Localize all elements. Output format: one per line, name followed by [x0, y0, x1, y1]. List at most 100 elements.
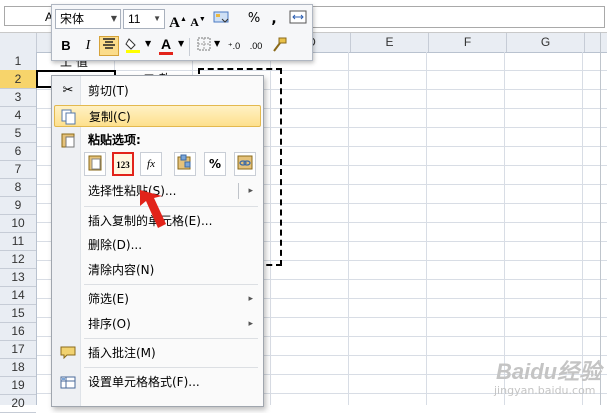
menu-item-label: 插入批注(M) [88, 346, 156, 360]
comma-style-button[interactable]: , [264, 9, 284, 29]
borders-icon [197, 37, 211, 51]
menu-item-format-cells[interactable]: 设置单元格格式(F)... [54, 371, 261, 393]
copy-icon [61, 109, 77, 125]
menu-separator [84, 338, 258, 339]
row-header[interactable]: 9 [0, 196, 36, 215]
row-header-selected[interactable]: 2 [0, 70, 36, 89]
row-header[interactable]: 13 [0, 268, 36, 287]
transpose-icon [177, 154, 191, 170]
paste-formatting-button[interactable]: % [204, 152, 226, 176]
chevron-down-icon: ▼ [110, 14, 117, 23]
row-header[interactable]: 1 [0, 52, 36, 71]
format-cells-icon [60, 374, 76, 390]
row-header[interactable]: 7 [0, 160, 36, 179]
mini-toolbar: 宋体 ▼ 11 ▼ A▲ A▼ % , B I ▼ A ▼ ▼ ⁺.0 .00 [51, 4, 313, 61]
row-header[interactable]: 5 [0, 124, 36, 143]
menu-item-label: 排序(O) [88, 317, 131, 331]
number-format-button[interactable] [212, 9, 232, 29]
menu-item-cut[interactable]: ✂ 剪切(T) [54, 80, 261, 102]
menu-item-label: 删除(D)... [88, 238, 143, 252]
menu-item-label: 筛选(E) [88, 292, 129, 306]
row-header[interactable]: 19 [0, 376, 36, 395]
font-name-value: 宋体 [60, 12, 85, 26]
formula-input[interactable] [300, 6, 605, 28]
link-icon [237, 155, 253, 170]
row-header[interactable]: 18 [0, 358, 36, 377]
shrink-font-icon: A [190, 15, 199, 29]
context-menu: ✂ 剪切(T) 复制(C) 粘贴选项: 123 fx % 选择性粘贴(S)...… [51, 75, 264, 407]
column-header[interactable]: G [507, 33, 585, 52]
row-header[interactable]: 14 [0, 286, 36, 305]
shrink-font-button[interactable]: A▼ [188, 9, 208, 29]
column-header[interactable]: F [429, 33, 507, 52]
grow-font-icon: A [169, 15, 180, 31]
chevron-down-icon[interactable]: ▼ [145, 39, 151, 48]
increase-decimal-button[interactable]: ⁺.0 [224, 36, 244, 56]
paste-values-button[interactable]: 123 [112, 152, 134, 176]
menu-item-label: 复制(C) [89, 110, 131, 124]
decrease-decimal-button[interactable]: .00 [246, 36, 266, 56]
font-size-select[interactable]: 11 ▼ [123, 9, 165, 29]
align-center-button[interactable] [99, 36, 119, 56]
menu-separator [84, 367, 258, 368]
row-header[interactable]: 15 [0, 304, 36, 323]
watermark-url: jingyan.baidu.com [494, 384, 596, 397]
chevron-down-icon[interactable]: ▼ [214, 39, 220, 48]
column-header[interactable]: E [351, 33, 429, 52]
menu-item-sort[interactable]: 排序(O) ▸ [54, 313, 261, 335]
paste-formulas-button[interactable]: fx [140, 152, 162, 176]
paste-options-icon [60, 132, 76, 148]
comment-icon [60, 345, 76, 361]
menu-item-insert-comment[interactable]: 插入批注(M) [54, 342, 261, 364]
row-header[interactable]: 17 [0, 340, 36, 359]
merge-center-button[interactable] [288, 9, 308, 29]
name-box[interactable]: A [4, 6, 54, 26]
font-color-letter: A [160, 36, 172, 52]
menu-item-delete[interactable]: 删除(D)... [54, 234, 261, 256]
menu-item-filter[interactable]: 筛选(E) ▸ [54, 288, 261, 310]
row-header[interactable]: 8 [0, 178, 36, 197]
align-center-icon [103, 38, 115, 49]
row-header[interactable]: 10 [0, 214, 36, 233]
percent-style-button[interactable]: % [244, 9, 264, 29]
row-header[interactable]: 20 [0, 394, 36, 413]
format-painter-button[interactable] [269, 36, 289, 56]
submenu-arrow-icon: ▸ [248, 319, 253, 329]
scissors-icon: ✂ [62, 83, 74, 98]
menu-item-clear-contents[interactable]: 清除内容(N) [54, 259, 261, 281]
menu-item-paste-options: 粘贴选项: [54, 129, 261, 151]
sheet-edge [600, 32, 601, 405]
menu-item-label: 设置单元格格式(F)... [88, 375, 200, 389]
split-divider [238, 183, 239, 199]
submenu-arrow-icon: ▸ [248, 186, 253, 196]
font-name-select[interactable]: 宋体 ▼ [55, 9, 121, 29]
bold-button[interactable]: B [56, 36, 76, 56]
paste-link-button[interactable] [234, 152, 256, 176]
row-header[interactable]: 6 [0, 142, 36, 161]
annotation-arrow [140, 190, 166, 228]
paste-clipboard-icon [88, 155, 102, 171]
merge-cells-icon [289, 10, 307, 24]
borders-button[interactable] [194, 36, 214, 56]
select-all-corner[interactable] [0, 33, 37, 52]
font-color-swatch [159, 52, 173, 55]
row-header[interactable]: 11 [0, 232, 36, 251]
fill-bucket-icon [125, 38, 140, 53]
font-size-value: 11 [128, 12, 141, 26]
watermark: Baidu经验 jingyan.baidu.com [474, 354, 604, 402]
chevron-down-icon[interactable]: ▼ [178, 39, 184, 48]
row-header[interactable]: 16 [0, 322, 36, 341]
italic-button[interactable]: I [78, 36, 98, 56]
row-header[interactable]: 4 [0, 106, 36, 125]
watermark-logo: Baidu经验 [496, 359, 602, 384]
grow-font-button[interactable]: A▲ [168, 9, 188, 31]
fill-color-button[interactable] [124, 36, 144, 56]
row-header[interactable]: 3 [0, 88, 36, 107]
paste-transpose-button[interactable] [174, 152, 196, 176]
paste-button[interactable] [84, 152, 106, 176]
format-painter-icon [273, 37, 287, 52]
row-header[interactable]: 12 [0, 250, 36, 269]
font-color-button[interactable]: A [156, 36, 176, 56]
menu-item-label: 粘贴选项: [88, 133, 141, 147]
menu-item-copy[interactable]: 复制(C) [54, 105, 261, 127]
